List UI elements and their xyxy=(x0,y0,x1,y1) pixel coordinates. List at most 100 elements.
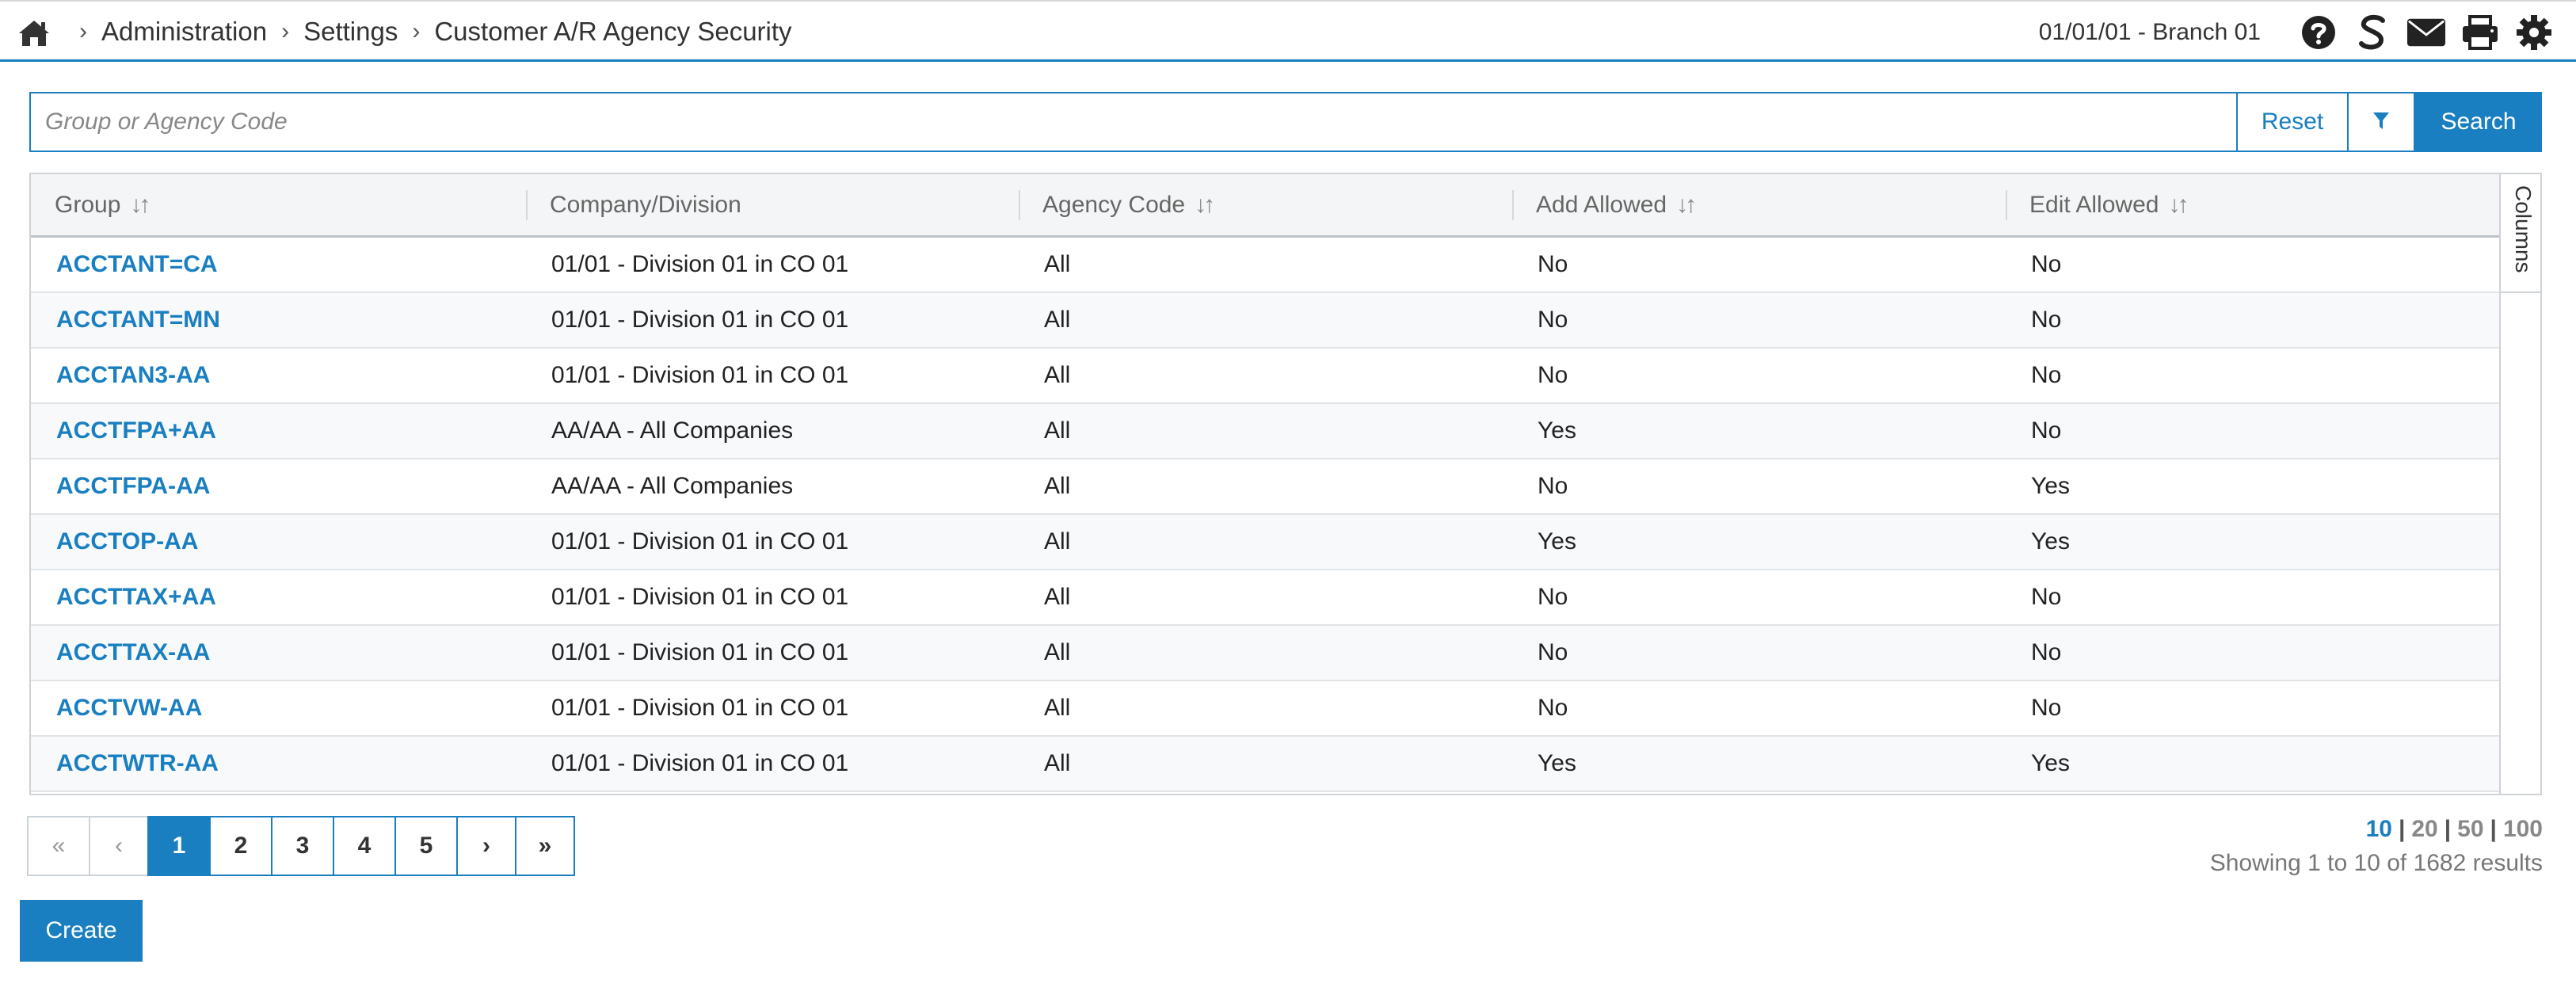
columns-panel-rail xyxy=(2499,293,2540,794)
page-size-50[interactable]: 50 xyxy=(2457,816,2483,842)
agency-code-cell: All xyxy=(1044,639,1071,665)
agency-code-cell: All xyxy=(1044,528,1071,554)
breadcrumb: › Administration › Settings › Customer A… xyxy=(79,16,792,48)
gear-icon[interactable] xyxy=(2514,13,2554,52)
table-row: ACCTTAX-AA 01/01 - Division 01 in CO 01 … xyxy=(31,626,2501,681)
group-link[interactable]: ACCTANT=MN xyxy=(31,293,526,347)
table-row: ACCTFPA+AA AA/AA - All Companies All Yes… xyxy=(31,404,2501,459)
company-division-cell: 01/01 - Division 01 in CO 01 xyxy=(551,639,849,665)
add-allowed-cell: No xyxy=(1538,307,1568,333)
search-button[interactable]: Search xyxy=(2415,92,2542,152)
sort-icon[interactable]: ↓↑ xyxy=(2168,192,2189,219)
chevron-right-icon: › xyxy=(79,18,87,44)
search-input[interactable] xyxy=(29,92,2236,152)
page-size-100[interactable]: 100 xyxy=(2503,816,2543,842)
chevron-right-icon: › xyxy=(412,18,421,44)
column-header-group[interactable]: Group ↓↑ xyxy=(31,174,526,235)
column-header-agency-code[interactable]: Agency Code ↓↑ xyxy=(1019,174,1512,235)
table-row: ACCTWTR-AA 01/01 - Division 01 in CO 01 … xyxy=(31,737,2501,792)
add-allowed-cell: No xyxy=(1538,251,1568,277)
edit-allowed-cell: No xyxy=(2031,639,2062,665)
page-button-4[interactable]: 4 xyxy=(333,816,396,876)
company-division-cell: 01/01 - Division 01 in CO 01 xyxy=(551,528,849,554)
next-page-button[interactable]: › xyxy=(456,816,516,876)
table-row: ACCTFPA-AA AA/AA - All Companies All No … xyxy=(31,459,2501,515)
column-header-add-allowed[interactable]: Add Allowed ↓↑ xyxy=(1512,174,2006,235)
agency-code-cell: All xyxy=(1044,251,1071,277)
columns-tab-label: Columns xyxy=(2511,185,2536,273)
table-header: Group ↓↑ Company/Division Agency Code ↓↑… xyxy=(31,174,2501,238)
group-link[interactable]: ACCTVW-AA xyxy=(31,681,526,735)
company-division-cell: AA/AA - All Companies xyxy=(551,473,794,499)
filter-button[interactable] xyxy=(2349,92,2415,152)
agency-code-cell: All xyxy=(1044,362,1071,388)
add-allowed-cell: No xyxy=(1538,584,1568,610)
group-link[interactable]: ACCTANT=CA xyxy=(31,238,526,292)
mail-icon[interactable] xyxy=(2406,13,2446,52)
home-icon[interactable] xyxy=(17,17,51,48)
add-allowed-cell: Yes xyxy=(1538,417,1576,444)
page-button-2[interactable]: 2 xyxy=(209,816,272,876)
add-allowed-cell: Yes xyxy=(1538,528,1576,554)
column-label: Company/Division xyxy=(550,191,741,218)
page-size-20[interactable]: 20 xyxy=(2411,816,2437,842)
page-button-3[interactable]: 3 xyxy=(271,816,334,876)
column-label: Add Allowed xyxy=(1536,191,1667,218)
agency-code-cell: All xyxy=(1044,417,1071,444)
edit-allowed-cell: No xyxy=(2031,584,2062,610)
edit-allowed-cell: No xyxy=(2031,307,2062,333)
company-division-cell: 01/01 - Division 01 in CO 01 xyxy=(551,307,849,333)
page-size-10[interactable]: 10 xyxy=(2366,816,2392,842)
prev-page-button[interactable]: ‹ xyxy=(89,816,149,876)
edit-allowed-cell: Yes xyxy=(2031,750,2070,776)
page-button-1[interactable]: 1 xyxy=(147,816,211,876)
table-row: ACCTVW-AA 01/01 - Division 01 in CO 01 A… xyxy=(31,681,2501,737)
top-bar: › Administration › Settings › Customer A… xyxy=(0,0,2576,62)
group-link[interactable]: ACCTFPA-AA xyxy=(31,459,526,513)
column-header-edit-allowed[interactable]: Edit Allowed ↓↑ xyxy=(2006,174,2501,235)
create-button[interactable]: Create xyxy=(20,900,143,962)
company-division-cell: 01/01 - Division 01 in CO 01 xyxy=(551,695,849,721)
chevron-right-icon: › xyxy=(281,18,290,44)
edit-allowed-cell: Yes xyxy=(2031,528,2070,554)
company-division-cell: 01/01 - Division 01 in CO 01 xyxy=(551,251,849,277)
breadcrumb-settings[interactable]: Settings xyxy=(303,17,398,47)
table-row: ACCTOP-AA 01/01 - Division 01 in CO 01 A… xyxy=(31,515,2501,570)
column-header-company-division[interactable]: Company/Division xyxy=(526,174,1019,235)
agency-code-cell: All xyxy=(1044,750,1071,776)
column-label: Group xyxy=(55,191,121,218)
reset-button[interactable]: Reset xyxy=(2236,92,2349,152)
print-icon[interactable] xyxy=(2460,13,2500,52)
group-link[interactable]: ACCTWTR-AA xyxy=(31,737,526,791)
sort-icon[interactable]: ↓↑ xyxy=(1676,192,1697,219)
group-link[interactable]: ACCTOP-AA xyxy=(31,515,526,569)
group-link[interactable]: ACCTTAX+AA xyxy=(31,570,526,624)
edit-allowed-cell: No xyxy=(2031,417,2062,444)
add-allowed-cell: Yes xyxy=(1538,750,1576,776)
sage-s-icon[interactable] xyxy=(2353,13,2392,52)
sort-icon[interactable]: ↓↑ xyxy=(1195,192,1215,219)
edit-allowed-cell: No xyxy=(2031,251,2062,277)
company-division-cell: 01/01 - Division 01 in CO 01 xyxy=(551,750,849,776)
help-icon[interactable] xyxy=(2299,13,2338,52)
table-body: ACCTANT=CA 01/01 - Division 01 in CO 01 … xyxy=(31,238,2501,792)
last-page-button[interactable]: » xyxy=(515,816,575,876)
agency-code-cell: All xyxy=(1044,473,1071,499)
first-page-button[interactable]: « xyxy=(27,816,90,876)
page-size-selector: 10 | 20 | 50 | 100 xyxy=(2365,816,2543,842)
group-link[interactable]: ACCTAN3-AA xyxy=(31,349,526,402)
breadcrumb-administration[interactable]: Administration xyxy=(101,17,267,47)
agency-code-cell: All xyxy=(1044,695,1071,721)
group-link[interactable]: ACCTFPA+AA xyxy=(31,404,526,458)
page-button-5[interactable]: 5 xyxy=(394,816,458,876)
columns-toggle-tab[interactable]: Columns xyxy=(2499,174,2540,293)
data-grid: Group ↓↑ Company/Division Agency Code ↓↑… xyxy=(29,173,2542,795)
agency-code-cell: All xyxy=(1044,307,1071,333)
edit-allowed-cell: Yes xyxy=(2031,473,2070,499)
company-division-cell: AA/AA - All Companies xyxy=(551,417,794,444)
sort-icon[interactable]: ↓↑ xyxy=(130,192,151,219)
branch-selector[interactable]: 01/01/01 - Branch 01 xyxy=(2039,19,2261,46)
column-label: Edit Allowed xyxy=(2029,191,2159,218)
group-link[interactable]: ACCTTAX-AA xyxy=(31,626,526,680)
page-title: Customer A/R Agency Security xyxy=(434,17,792,46)
